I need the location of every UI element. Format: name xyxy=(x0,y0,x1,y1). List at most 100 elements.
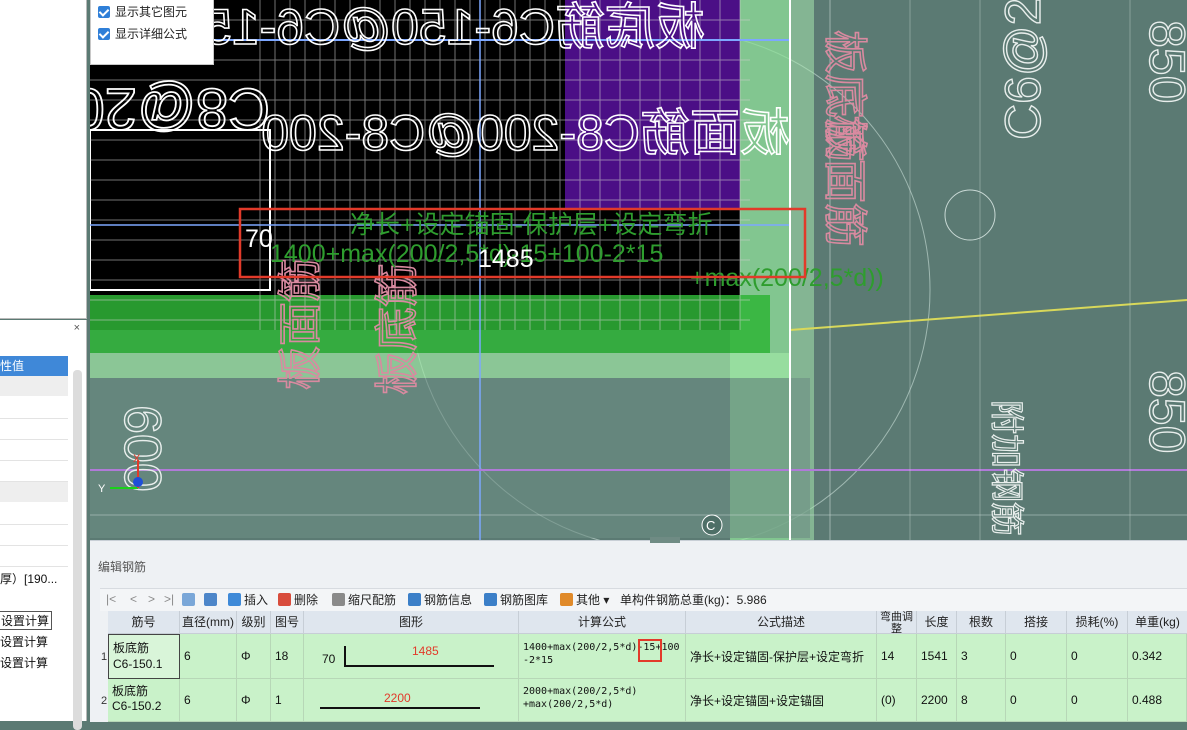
description-cell[interactable]: 净长+设定锚固-保护层+设定弯折 xyxy=(686,634,877,679)
unit-weight-cell[interactable]: 0.342 xyxy=(1128,634,1187,679)
shape-bar-line xyxy=(344,665,494,667)
insert-button[interactable]: 插入 xyxy=(228,592,268,608)
attribute-row[interactable] xyxy=(0,461,68,482)
nav-first-button[interactable]: |< xyxy=(106,592,116,606)
editor-toolbar: |< < > >| 插入 删除 缩尺配筋 钢筋信息 钢筋图库 其他 ▾ 单构件钢… xyxy=(100,588,1187,611)
rebar-info-button[interactable]: 钢筋信息 xyxy=(408,592,472,608)
library-label: 钢筋图库 xyxy=(500,593,549,607)
nav-next-button[interactable]: > xyxy=(148,592,155,606)
bar-number-line1: 板底筋 xyxy=(113,641,150,655)
attribute-row[interactable] xyxy=(0,525,68,546)
loss-cell[interactable]: 0 xyxy=(1067,679,1128,722)
bar-number-line1: 板底筋 xyxy=(112,684,149,698)
other-dropdown[interactable]: 其他 ▾ xyxy=(560,592,609,608)
count-cell[interactable]: 3 xyxy=(957,634,1006,679)
count-cell[interactable]: 8 xyxy=(957,679,1006,722)
lap-cell[interactable]: 0 xyxy=(1006,679,1067,722)
cad-axis-y-label: Y xyxy=(98,483,106,495)
column-header[interactable]: 损耗(%) xyxy=(1067,611,1128,634)
column-header[interactable]: 公式描述 xyxy=(686,611,877,634)
column-header[interactable]: 单重(kg) xyxy=(1128,611,1187,634)
nav-last-button[interactable]: >| xyxy=(164,592,174,606)
length-cell[interactable]: 1541 xyxy=(917,634,957,679)
attribute-row[interactable] xyxy=(0,546,68,567)
column-header[interactable]: 级别 xyxy=(237,611,271,634)
delete-label: 删除 xyxy=(294,593,319,607)
attribute-thickness-text: 厚）[190... xyxy=(0,572,58,586)
splitter-grip[interactable] xyxy=(650,537,680,543)
display-options-panel: 显示其它图元 显示详细公式 xyxy=(90,0,214,65)
grade-cell[interactable]: Φ xyxy=(237,679,271,722)
bend-adjust-cell[interactable]: (0) xyxy=(877,679,917,722)
library-icon xyxy=(484,593,497,606)
shape-cell[interactable]: 70 1485 xyxy=(304,634,519,679)
editor-title: 编辑钢筋 xyxy=(98,560,147,574)
calc-setting-item[interactable]: 设置计算 xyxy=(0,654,48,671)
column-header[interactable]: 搭接 xyxy=(1006,611,1067,634)
column-header[interactable]: 长度 xyxy=(917,611,957,634)
show-other-elements-option[interactable]: 显示其它图元 xyxy=(98,3,188,21)
loss-cell[interactable]: 0 xyxy=(1067,634,1128,679)
grade-cell[interactable]: Φ xyxy=(237,634,271,679)
unit-weight-cell[interactable]: 0.488 xyxy=(1128,679,1187,722)
column-header[interactable]: 计算公式 xyxy=(519,611,686,634)
cad-dim-1485: 1485 xyxy=(478,245,534,273)
show-other-elements-label: 显示其它图元 xyxy=(115,5,188,19)
move-down-button[interactable] xyxy=(204,592,220,608)
column-header[interactable]: 图号 xyxy=(271,611,304,634)
cad-light-band xyxy=(90,353,790,378)
cad-formula-line1: 净长+设定锚固-保护层+设定弯折 xyxy=(350,211,713,239)
column-header[interactable]: 根数 xyxy=(957,611,1006,634)
nav-prev-button[interactable]: < xyxy=(130,592,137,606)
cad-small-circle xyxy=(944,189,996,241)
column-header[interactable]: 筋号 xyxy=(108,611,180,634)
formula-cell[interactable]: 2000+max(200/2,5*d) +max(200/2,5*d) xyxy=(519,679,686,722)
attribute-value-header: 性值 xyxy=(0,356,68,376)
shape-length-value: 1485 xyxy=(412,644,439,658)
calc-setting-item[interactable]: 设置计算 xyxy=(0,611,53,630)
move-up-button[interactable] xyxy=(182,592,198,608)
checkbox-checked-icon[interactable] xyxy=(98,28,110,40)
cad-formula-line2: 1400+max(200/2,5*d)-15+100-2*15 xyxy=(270,240,663,268)
delete-button[interactable]: 删除 xyxy=(278,592,318,608)
attribute-row[interactable] xyxy=(0,419,68,440)
cad-axis-x-label: X xyxy=(133,453,141,465)
cad-viewport[interactable]: 板底筋C6-150@C6-150 板面筋C8-200@C8-200 C8@200… xyxy=(90,0,1187,540)
figure-number-cell[interactable]: 1 xyxy=(271,679,304,722)
attribute-row[interactable] xyxy=(0,398,68,419)
column-header[interactable]: 直径(mm) xyxy=(180,611,237,634)
shape-length-value: 2200 xyxy=(384,691,411,705)
column-header[interactable]: 弯曲调整 xyxy=(877,611,917,634)
bend-adjust-cell[interactable]: 14 xyxy=(877,634,917,679)
lap-cell[interactable]: 0 xyxy=(1006,634,1067,679)
attribute-row[interactable] xyxy=(0,504,68,525)
formula-cell[interactable]: 1400+max(200/2,5*d)-15+100 -2*15 xyxy=(519,634,686,679)
cad-axis-bubble-label: C xyxy=(706,518,715,533)
checkbox-checked-icon[interactable] xyxy=(98,6,110,18)
description-cell[interactable]: 净长+设定锚固+设定锚固 xyxy=(686,679,877,722)
cad-rebar-text-mid: 板面筋C8-200@C8-200 xyxy=(261,105,790,161)
cad-yellow-line xyxy=(789,299,1187,331)
column-header[interactable]: 图形 xyxy=(304,611,519,634)
show-detail-formula-option[interactable]: 显示详细公式 xyxy=(98,25,187,43)
info-label: 钢筋信息 xyxy=(424,593,473,607)
scale-rebar-button[interactable]: 缩尺配筋 xyxy=(332,592,396,608)
calc-setting-item[interactable]: 设置计算 xyxy=(0,633,48,650)
length-cell[interactable]: 2200 xyxy=(917,679,957,722)
close-icon[interactable]: × xyxy=(74,322,80,334)
total-weight-label: 单构件钢筋总重(kg)：5.986 xyxy=(620,593,767,607)
cad-c8-text: C8@200 xyxy=(90,76,270,141)
diameter-cell[interactable]: 6 xyxy=(180,679,237,722)
diameter-cell[interactable]: 6 xyxy=(180,634,237,679)
bar-number-cell[interactable]: 板底筋 C6-150.2 xyxy=(108,679,180,722)
info-icon xyxy=(408,593,421,606)
figure-number-cell[interactable]: 18 xyxy=(271,634,304,679)
rebar-library-button[interactable]: 钢筋图库 xyxy=(484,592,548,608)
scrollbar-track[interactable] xyxy=(73,370,82,730)
shape-cell[interactable]: 2200 xyxy=(304,679,519,722)
bar-number-line2: C6-150.1 xyxy=(113,657,163,671)
shape-hook-line xyxy=(344,646,346,666)
cad-green-band xyxy=(90,295,770,353)
attribute-row[interactable] xyxy=(0,440,68,461)
bar-number-cell[interactable]: 板底筋 C6-150.1 xyxy=(108,634,180,679)
